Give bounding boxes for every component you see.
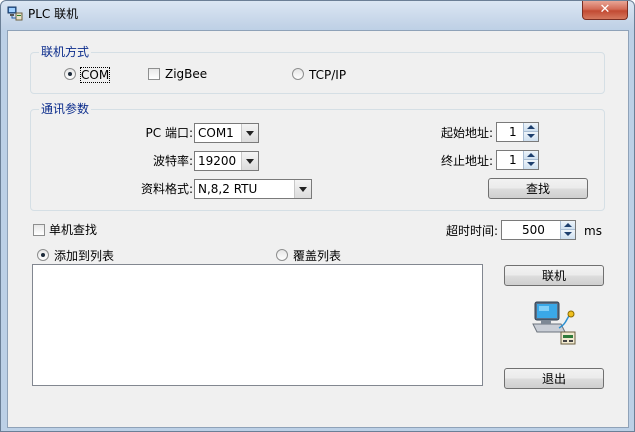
computer-plc-connection-icon: [532, 301, 576, 345]
device-list[interactable]: [32, 264, 483, 386]
search-button[interactable]: 查找: [488, 178, 588, 199]
radio-overwrite-list[interactable]: [276, 249, 288, 261]
close-button[interactable]: ✕: [582, 1, 628, 20]
pc-port-value: COM1: [198, 126, 234, 140]
end-address-spinner[interactable]: 1: [496, 150, 539, 170]
spin-down-icon[interactable]: [523, 160, 538, 169]
connection-mode-label: 联机方式: [39, 45, 92, 59]
data-format-value: N,8,2 RTU: [198, 182, 258, 196]
spin-up-icon[interactable]: [523, 151, 538, 160]
start-address-value[interactable]: 1: [509, 125, 517, 139]
timeout-label: 超时时间:: [445, 224, 498, 238]
pc-port-select[interactable]: COM1: [194, 123, 259, 143]
spin-up-icon[interactable]: [560, 221, 575, 230]
end-address-value[interactable]: 1: [509, 153, 517, 167]
radio-com-label[interactable]: COM: [79, 67, 111, 83]
baud-rate-select[interactable]: 19200: [194, 151, 259, 171]
radio-add-to-list-label[interactable]: 添加到列表: [54, 249, 114, 263]
baud-rate-label: 波特率:: [152, 154, 193, 168]
data-format-select[interactable]: N,8,2 RTU: [194, 179, 312, 199]
chevron-down-icon[interactable]: [241, 152, 258, 170]
start-address-label: 起始地址:: [440, 126, 493, 140]
chevron-down-icon[interactable]: [241, 124, 258, 142]
connect-button[interactable]: 联机: [504, 265, 604, 286]
baud-rate-value: 19200: [198, 154, 237, 168]
spin-down-icon[interactable]: [523, 132, 538, 141]
spin-down-icon[interactable]: [560, 230, 575, 239]
title-bar[interactable]: PLC 联机 ✕: [1, 1, 634, 25]
single-search-checkbox[interactable]: [33, 224, 45, 236]
timeout-value[interactable]: 500: [522, 223, 545, 237]
radio-tcpip-label[interactable]: TCP/IP: [309, 68, 346, 82]
end-address-label: 终止地址:: [440, 154, 493, 168]
radio-com[interactable]: [64, 68, 76, 80]
exit-button[interactable]: 退出: [504, 368, 604, 389]
start-address-spinner[interactable]: 1: [496, 122, 539, 142]
network-plc-icon: [7, 6, 23, 21]
radio-add-to-list[interactable]: [37, 249, 49, 261]
data-format-label: 资料格式:: [140, 182, 193, 196]
checkbox-zigbee-label[interactable]: ZigBee: [165, 67, 207, 81]
checkbox-zigbee[interactable]: [148, 68, 160, 80]
window-title: PLC 联机: [28, 7, 79, 21]
spin-up-icon[interactable]: [523, 123, 538, 132]
comm-params-label: 通讯参数: [39, 102, 92, 116]
single-search-label[interactable]: 单机查找: [49, 223, 97, 237]
timeout-unit: ms: [584, 224, 602, 238]
dialog-client-area: 联机方式 COM ZigBee TCP/IP 通讯参数 PC 端口: COM1 …: [7, 30, 629, 428]
radio-overwrite-list-label[interactable]: 覆盖列表: [293, 249, 341, 263]
plc-connect-window: PLC 联机 ✕ 联机方式 COM ZigBee TCP/IP 通讯参数 PC …: [0, 0, 635, 432]
pc-port-label: PC 端口:: [145, 126, 193, 140]
chevron-down-icon[interactable]: [294, 180, 311, 198]
timeout-spinner[interactable]: 500: [501, 220, 576, 240]
radio-tcpip[interactable]: [292, 68, 304, 80]
